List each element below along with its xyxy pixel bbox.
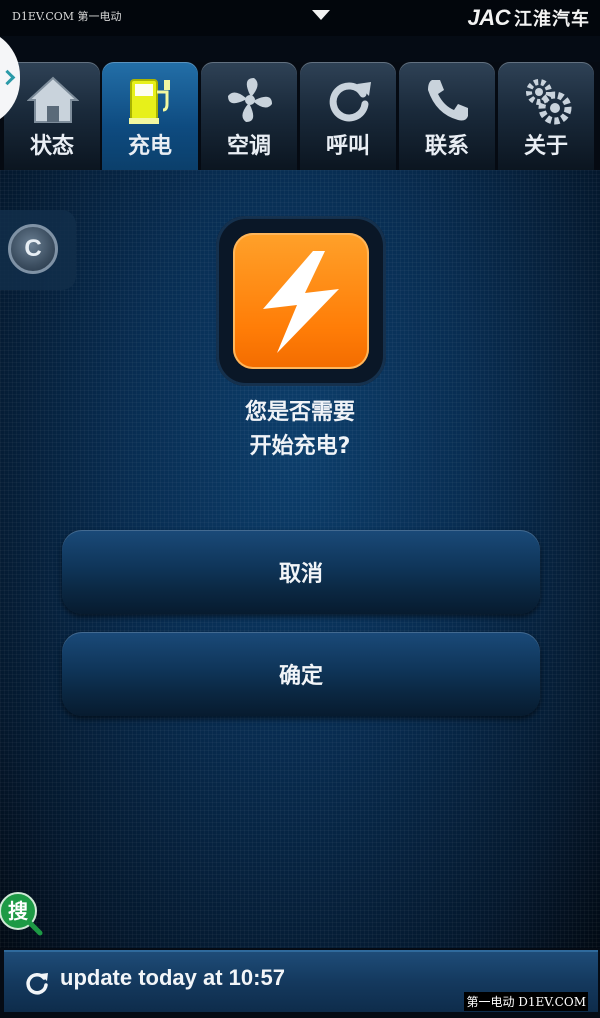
home-icon — [27, 76, 79, 123]
fan-icon — [228, 78, 272, 122]
tab-label: 状态 — [29, 134, 74, 159]
prompt-line-2: 开始充电? — [249, 434, 351, 459]
gears-icon — [526, 79, 572, 125]
tab-charging[interactable]: 充电 — [102, 62, 198, 170]
refresh-icon[interactable] — [24, 970, 50, 996]
watermark-top: D1EV.COM 第一电动 — [12, 10, 122, 23]
tab-contact[interactable]: 联系 — [399, 62, 495, 170]
lightning-bolt-icon — [233, 233, 369, 369]
chevron-right-icon — [0, 69, 16, 86]
search-badge-text: 搜 — [8, 899, 29, 923]
tab-label: 呼叫 — [325, 134, 370, 159]
status-bar: D1EV.COM 第一电动 JAC 江淮汽车 — [0, 0, 600, 36]
tab-label: 联系 — [424, 134, 469, 159]
search-badge-icon[interactable]: 搜 — [0, 890, 44, 936]
tab-aircon[interactable]: 空调 — [201, 62, 297, 170]
watermark-bottom: 第一电动 D1EV.COM — [464, 992, 588, 1011]
c-badge-icon: C — [8, 224, 58, 274]
triangle-down-icon[interactable] — [312, 10, 330, 20]
phone-icon — [428, 80, 468, 121]
brand-name: 江淮汽车 — [514, 9, 590, 30]
update-status: update today at 10:57 — [60, 965, 285, 990]
charge-icon-frame — [216, 216, 386, 386]
tab-call[interactable]: 呼叫 — [300, 62, 396, 170]
tab-bar: 状态 充电 空调 呼叫 联系 关于 — [0, 62, 600, 170]
charging-station-icon — [129, 79, 170, 124]
cancel-button[interactable]: 取消 — [62, 530, 540, 614]
charge-prompt: 您是否需要 开始充电? — [0, 396, 600, 464]
c-badge-letter: C — [24, 235, 42, 262]
tab-label: 充电 — [127, 134, 172, 159]
confirm-button[interactable]: 确定 — [62, 632, 540, 716]
tab-label: 关于 — [523, 134, 568, 159]
tab-label: 空调 — [226, 134, 271, 159]
refresh-icon — [329, 82, 371, 122]
brand-logo: JAC — [467, 5, 510, 30]
side-panel-button[interactable]: C — [0, 210, 76, 290]
brand: JAC 江淮汽车 — [467, 5, 590, 31]
prompt-line-1: 您是否需要 — [244, 400, 355, 425]
tab-about[interactable]: 关于 — [498, 62, 594, 170]
